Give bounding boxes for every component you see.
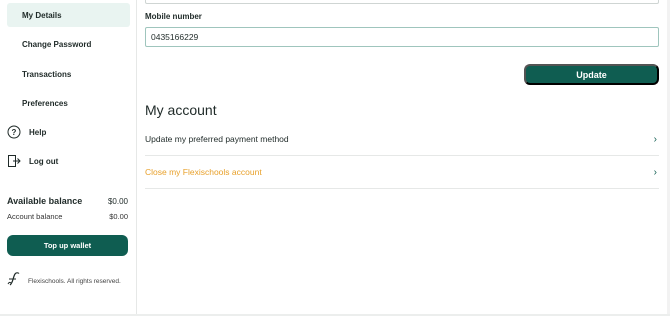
available-balance-value: $0.00: [107, 196, 128, 206]
footer-text: Flexischools. All rights reserved.: [28, 278, 121, 285]
mobile-number-input[interactable]: [145, 27, 659, 47]
sidebar-item-label: Change Password: [22, 39, 92, 49]
svg-text:?: ?: [12, 128, 17, 137]
available-balance-label: Available balance: [7, 196, 83, 206]
available-balance-row: Available balance $0.00: [7, 196, 128, 206]
account-balance-value: $0.00: [109, 212, 128, 221]
sidebar-item-change-password[interactable]: Change Password: [7, 32, 130, 56]
sidebar-item-label: My Details: [22, 10, 62, 20]
update-payment-method-label: Update my preferred payment method: [145, 134, 289, 144]
sidebar-item-label: Log out: [29, 156, 59, 166]
sidebar-item-label: Help: [29, 127, 47, 137]
update-button[interactable]: Update: [524, 64, 659, 85]
chevron-right-icon: ›: [653, 133, 657, 145]
sidebar-item-my-details[interactable]: My Details: [7, 3, 130, 27]
account-balance-row: Account balance $0.00: [7, 212, 128, 221]
flexischools-logo-icon: [7, 271, 22, 292]
sidebar: My Details Change Password Transactions …: [0, 0, 137, 316]
main-content: Mobile number Update My account Update m…: [137, 0, 670, 316]
sidebar-item-help[interactable]: ? Help: [7, 120, 130, 144]
sidebar-item-preferences[interactable]: Preferences: [7, 91, 130, 115]
help-icon: ?: [7, 125, 21, 139]
sidebar-item-logout[interactable]: Log out: [7, 149, 130, 173]
close-account-row[interactable]: Close my Flexischools account ›: [145, 156, 659, 189]
chevron-right-icon: ›: [653, 166, 657, 178]
logout-icon: [7, 154, 21, 168]
mobile-number-label: Mobile number: [145, 12, 202, 21]
footer: Flexischools. All rights reserved.: [7, 271, 121, 292]
close-account-label: Close my Flexischools account: [145, 167, 262, 177]
update-payment-method-row[interactable]: Update my preferred payment method ›: [145, 123, 659, 156]
top-up-wallet-button[interactable]: Top up wallet: [7, 235, 128, 256]
sidebar-item-label: Transactions: [22, 69, 72, 79]
sidebar-item-transactions[interactable]: Transactions: [7, 62, 130, 86]
my-account-title: My account: [145, 102, 217, 118]
account-balance-label: Account balance: [7, 212, 63, 221]
previous-field[interactable]: [145, 0, 659, 4]
sidebar-item-label: Preferences: [22, 98, 68, 108]
